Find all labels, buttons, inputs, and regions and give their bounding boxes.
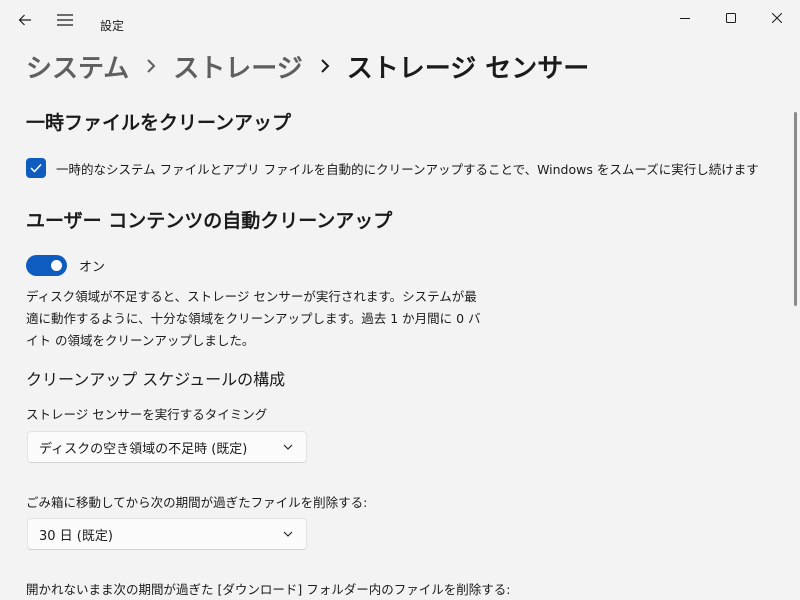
maximize-button[interactable] — [708, 0, 754, 38]
breadcrumb-item-system[interactable]: システム — [26, 48, 129, 85]
user-content-toggle[interactable] — [26, 255, 67, 276]
downloads-label: 開かれないまま次の期間が過ぎた [ダウンロード] フォルダー内のファイルを削除す… — [26, 582, 511, 597]
toggle-state-label: オン — [79, 260, 106, 275]
chevron-down-icon — [283, 531, 293, 537]
maximize-icon — [726, 13, 736, 23]
user-content-toggle-row: オン — [26, 255, 105, 276]
temp-files-checkbox-row: 一時的なシステム ファイルとアプリ ファイルを自動的にクリーンアップすることで、… — [26, 158, 759, 178]
user-content-section-title: ユーザー コンテンツの自動クリーンアップ — [26, 210, 393, 232]
breadcrumb-item-storage[interactable]: ストレージ — [173, 48, 302, 85]
chevron-right-icon — [147, 59, 156, 73]
recycle-bin-label: ごみ箱に移動してから次の期間が過ぎたファイルを削除する: — [26, 495, 368, 510]
close-icon — [772, 13, 782, 23]
close-button[interactable] — [754, 0, 800, 38]
recycle-bin-dropdown[interactable]: 30 日 (既定) — [27, 518, 307, 550]
storage-sense-description: ディスク領域が不足すると、ストレージ センサーが実行されます。システムが最適に動… — [26, 289, 481, 348]
title-bar: 設定 — [0, 0, 800, 40]
breadcrumb-item-storage-sense: ストレージ センサー — [346, 53, 590, 84]
run-timing-label: ストレージ センサーを実行するタイミング — [26, 407, 268, 422]
schedule-section-title: クリーンアップ スケジュールの構成 — [26, 370, 286, 389]
vertical-scrollbar[interactable] — [794, 112, 797, 306]
run-timing-dropdown[interactable]: ディスクの空き領域の不足時 (既定) — [27, 431, 307, 463]
temp-files-section-title: 一時ファイルをクリーンアップ — [26, 112, 292, 134]
hamburger-menu-icon — [57, 14, 73, 26]
temp-files-checkbox-label: 一時的なシステム ファイルとアプリ ファイルを自動的にクリーンアップすることで、… — [56, 161, 759, 177]
temp-files-checkbox[interactable] — [26, 158, 46, 178]
back-arrow-icon — [18, 14, 31, 26]
chevron-down-icon — [283, 444, 293, 450]
toggle-knob — [51, 260, 62, 271]
app-title: 設定 — [100, 19, 125, 33]
navigation-menu-button[interactable] — [42, 2, 88, 38]
run-timing-value: ディスクの空き領域の不足時 (既定) — [39, 441, 248, 457]
breadcrumb: システム ストレージ ストレージ センサー — [26, 46, 589, 86]
settings-window: 設定 システム ストレージ ストレージ センサー 一時ファイルをクリーンアップ … — [0, 0, 800, 600]
chevron-right-icon — [321, 59, 330, 73]
minimize-icon — [680, 18, 690, 19]
recycle-bin-value: 30 日 (既定) — [39, 528, 113, 544]
breadcrumb-separator — [129, 58, 173, 74]
checkmark-icon — [30, 163, 42, 173]
minimize-button[interactable] — [662, 0, 708, 38]
breadcrumb-separator — [303, 58, 347, 74]
